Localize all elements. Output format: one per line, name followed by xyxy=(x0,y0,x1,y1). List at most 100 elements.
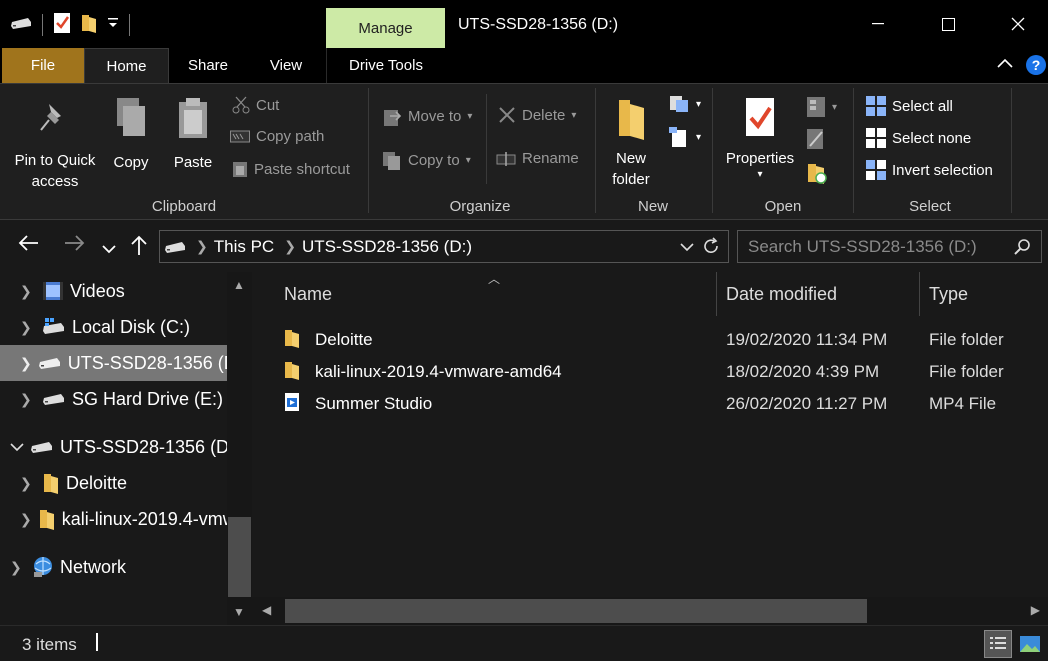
column-divider[interactable] xyxy=(919,272,920,316)
column-header-date-modified[interactable]: Date modified xyxy=(726,272,916,316)
scrollbar-thumb[interactable] xyxy=(285,599,867,623)
breadcrumb-separator-icon[interactable]: ❯ xyxy=(196,238,208,255)
nav-item-uts-ssd-drive-root[interactable]: UTS-SSD28-1356 (D:) xyxy=(0,429,227,465)
select-all-button[interactable]: Select all xyxy=(866,96,953,116)
customize-dropdown-icon[interactable] xyxy=(107,16,119,34)
invert-selection-button[interactable]: Invert selection xyxy=(866,160,993,180)
copy-to-dropdown-icon: ▾ xyxy=(465,154,471,166)
refresh-icon[interactable] xyxy=(702,237,720,259)
tab-file[interactable]: File xyxy=(2,48,84,83)
pin-label: Pin to Quick access xyxy=(14,152,96,190)
breadcrumb-separator-icon[interactable]: ❯ xyxy=(284,238,296,255)
scroll-up-icon[interactable]: ▲ xyxy=(233,278,245,292)
breadcrumb-this-pc[interactable]: This PC xyxy=(214,237,274,257)
details-view-button[interactable] xyxy=(984,630,1012,658)
new-item-dropdown-icon: ▾ xyxy=(696,98,702,110)
file-list-scrollbar[interactable]: ◀ ▶ xyxy=(252,597,1048,625)
minimize-button[interactable] xyxy=(843,0,913,48)
cut-button[interactable]: Cut xyxy=(232,96,279,114)
close-button[interactable] xyxy=(983,0,1048,48)
collapse-ribbon-icon[interactable] xyxy=(996,56,1014,73)
maximize-button[interactable] xyxy=(913,0,983,48)
help-icon[interactable]: ? xyxy=(1026,55,1046,75)
status-bar: 3 items xyxy=(0,625,1048,661)
expand-chevron-icon[interactable]: ❯ xyxy=(10,559,26,576)
large-icons-view-button[interactable] xyxy=(1016,630,1044,658)
file-date: 26/02/2020 11:27 PM xyxy=(726,394,888,413)
paste-icon xyxy=(179,98,207,138)
group-separator xyxy=(368,88,369,213)
address-dropdown-icon[interactable] xyxy=(680,239,694,256)
history-button[interactable] xyxy=(806,160,828,184)
column-divider[interactable] xyxy=(716,272,717,316)
column-header-name[interactable]: Name xyxy=(284,272,714,316)
search-box[interactable] xyxy=(737,230,1042,263)
nav-item-label: SG Hard Drive (E:) xyxy=(72,388,224,409)
nav-item-label: Deloitte xyxy=(66,472,128,493)
rename-button[interactable]: Rename xyxy=(496,150,579,167)
nav-item-uts-ssd-drive[interactable]: ❯ UTS-SSD28-1356 (D:) xyxy=(0,345,227,381)
scroll-right-icon[interactable]: ▶ xyxy=(1031,603,1040,617)
forward-button[interactable] xyxy=(63,234,85,258)
recent-locations-button[interactable] xyxy=(101,238,117,261)
copy-path-button[interactable]: Copy path xyxy=(230,128,324,145)
search-icon[interactable] xyxy=(1013,238,1031,260)
new-folder-icon[interactable] xyxy=(81,13,97,37)
tab-view[interactable]: View xyxy=(252,48,320,83)
select-none-button[interactable]: Select none xyxy=(866,128,971,148)
paste-shortcut-button[interactable]: Paste shortcut xyxy=(232,160,350,178)
copy-to-button[interactable]: Copy to ▾ xyxy=(382,150,471,170)
scroll-left-icon[interactable]: ◀ xyxy=(262,603,271,617)
address-bar[interactable]: ❯ This PC ❯ UTS-SSD28-1356 (D:) xyxy=(159,230,729,263)
expand-chevron-icon[interactable]: ❯ xyxy=(20,391,36,408)
folder-icon xyxy=(38,508,56,530)
nav-item-deloitte[interactable]: ❯ Deloitte xyxy=(0,465,227,501)
nav-item-sg-hard-drive[interactable]: ❯ SG Hard Drive (E:) xyxy=(0,381,227,417)
column-header-type[interactable]: Type xyxy=(929,272,1039,316)
easy-access-button[interactable]: ▾ xyxy=(668,126,701,148)
edit-button[interactable] xyxy=(806,128,826,150)
edit-icon xyxy=(807,129,823,149)
back-button[interactable] xyxy=(18,234,40,258)
tab-home[interactable]: Home xyxy=(84,48,169,84)
properties-icon[interactable] xyxy=(53,12,71,38)
expand-chevron-icon[interactable]: ❯ xyxy=(20,319,36,336)
new-item-button[interactable]: ▾ xyxy=(668,94,701,114)
tab-share[interactable]: Share xyxy=(172,48,244,83)
paste-button[interactable]: Paste xyxy=(170,96,216,173)
file-row-deloitte[interactable]: Deloitte 19/02/2020 11:34 PM File folder xyxy=(252,324,1048,356)
expand-chevron-icon[interactable]: ❯ xyxy=(20,283,36,300)
scroll-down-icon[interactable]: ▼ xyxy=(233,605,245,619)
nav-item-network[interactable]: ❯ Network xyxy=(0,549,227,585)
tab-manage[interactable]: Manage xyxy=(326,8,445,48)
scrollbar-thumb[interactable] xyxy=(228,517,251,597)
expand-chevron-icon[interactable]: ❯ xyxy=(20,511,32,528)
file-row-kali-linux[interactable]: kali-linux-2019.4-vmware-amd64 18/02/202… xyxy=(252,356,1048,388)
nav-item-videos[interactable]: ❯ Videos xyxy=(0,273,227,309)
move-to-button[interactable]: Move to ▾ xyxy=(382,106,472,126)
nav-item-kali-linux[interactable]: ❯ kali-linux-2019.4-vmware-amd64 xyxy=(0,501,227,537)
maximize-icon xyxy=(941,17,955,31)
details-view-icon xyxy=(990,637,1006,649)
easy-access-dropdown-icon: ▾ xyxy=(696,131,702,143)
file-row-summer-studio[interactable]: Summer Studio 26/02/2020 11:27 PM MP4 Fi… xyxy=(252,388,1048,420)
nav-pane-scrollbar[interactable]: ▲ ▼ xyxy=(227,272,252,625)
nav-item-local-disk-c[interactable]: ❯ Local Disk (C:) xyxy=(0,309,227,345)
breadcrumb-current-drive[interactable]: UTS-SSD28-1356 (D:) xyxy=(302,237,472,257)
properties-button[interactable]: Properties ▾ xyxy=(720,96,800,181)
collapse-chevron-icon[interactable] xyxy=(10,439,24,455)
up-button[interactable] xyxy=(130,234,148,262)
expand-chevron-icon[interactable]: ❯ xyxy=(20,355,32,372)
copy-button[interactable]: Copy xyxy=(108,96,154,173)
new-folder-button[interactable]: New folder xyxy=(606,96,656,190)
tab-drive-tools[interactable]: Drive Tools xyxy=(326,48,445,83)
expand-chevron-icon[interactable]: ❯ xyxy=(20,475,36,492)
folder-icon xyxy=(284,328,300,353)
open-button[interactable]: ▾ xyxy=(806,96,837,118)
ribbon: Pin to Quick access Copy Paste Cut Copy … xyxy=(0,83,1048,220)
navigation-bar: ❯ This PC ❯ UTS-SSD28-1356 (D:) xyxy=(0,220,1048,272)
delete-button[interactable]: Delete ▾ xyxy=(498,106,576,124)
search-input[interactable] xyxy=(748,235,1008,259)
drive-icon[interactable] xyxy=(10,16,32,34)
pin-to-quick-access-button[interactable]: Pin to Quick access xyxy=(8,100,102,192)
